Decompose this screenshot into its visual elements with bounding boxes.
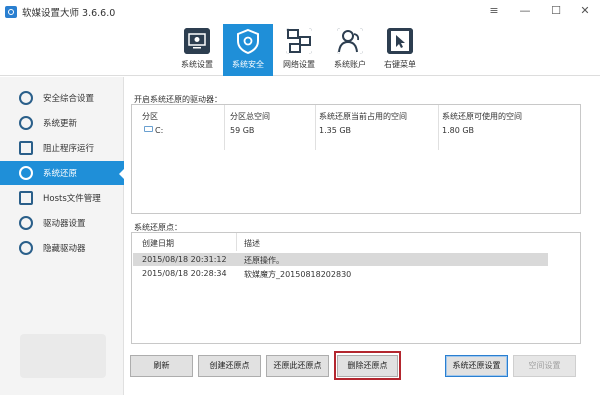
date-cell: 2015/08/18 20:28:34 <box>142 269 227 278</box>
partition-cell: C: <box>155 126 164 135</box>
sidebar-item-block-programs[interactable]: 阻止程序运行 <box>0 136 124 160</box>
monitor-settings-icon <box>184 28 210 54</box>
sidebar-item-label: 驱动器设置 <box>43 219 86 229</box>
maximize-button[interactable]: ☐ <box>545 2 567 20</box>
create-restore-point-button[interactable]: 创建还原点 <box>198 355 261 377</box>
sidebar-item-hosts[interactable]: Hosts文件管理 <box>0 186 124 210</box>
column-separator <box>224 105 225 150</box>
restore-icon <box>19 166 33 180</box>
column-separator <box>315 105 316 150</box>
sidebar-item-label: 安全综合设置 <box>43 94 95 104</box>
tab-system-security[interactable]: 系统安全 <box>223 24 273 76</box>
sidebar-item-label: 隐藏驱动器 <box>43 244 86 254</box>
sidebar-item-hide-drives[interactable]: 隐藏驱动器 <box>0 236 124 260</box>
menu-icon[interactable]: ≡ <box>483 2 505 20</box>
app-logo-icon <box>5 6 17 18</box>
drive-icon <box>19 216 33 230</box>
hidden-drive-icon <box>19 241 33 255</box>
cursor-icon <box>387 28 413 54</box>
list-item[interactable]: 2015/08/18 20:28:34 软媒魔方_20150818202830 <box>133 267 548 280</box>
sidebar-item-system-restore[interactable]: 系统还原 <box>0 161 125 185</box>
column-separator <box>236 233 237 251</box>
shield-icon <box>237 28 259 54</box>
sidebar-item-label: Hosts文件管理 <box>43 194 101 204</box>
drive-icon <box>144 126 153 132</box>
column-header[interactable]: 描述 <box>244 238 260 249</box>
title-bar: 软媒设置大师 3.6.6.0 ≡ — ☐ ✕ <box>0 0 600 24</box>
column-header[interactable]: 系统还原可使用的空间 <box>442 111 522 122</box>
block-icon <box>19 141 33 155</box>
restore-points-list: 创建日期 描述 2015/08/18 20:31:12 还原操作。 2015/0… <box>131 232 581 344</box>
tab-label: 系统设置 <box>181 60 213 69</box>
description-cell: 软媒魔方_20150818202830 <box>244 270 352 279</box>
sidebar-item-label: 系统还原 <box>43 169 78 179</box>
highlight-box <box>334 351 401 380</box>
minimize-button[interactable]: — <box>514 2 536 20</box>
tab-network-settings[interactable]: 网络设置 <box>274 24 324 76</box>
space-settings-button: 空间设置 <box>513 355 576 377</box>
top-toolbar: 系统设置 系统安全 网络设置 系统账户 右键菜单 <box>0 24 600 76</box>
column-header[interactable]: 创建日期 <box>142 238 174 249</box>
window-title: 软媒设置大师 3.6.6.0 <box>22 8 116 19</box>
refresh-icon <box>19 116 33 130</box>
hosts-icon <box>19 191 33 205</box>
available-space-cell: 1.80 GB <box>442 126 475 135</box>
list-item[interactable]: 2015/08/18 20:31:12 还原操作。 <box>133 253 548 266</box>
tab-label: 网络设置 <box>283 60 315 69</box>
shield-icon <box>19 91 33 105</box>
total-space-cell: 59 GB <box>230 126 255 135</box>
sidebar-item-label: 阻止程序运行 <box>43 144 95 154</box>
sidebar-item-drive-settings[interactable]: 驱动器设置 <box>0 211 124 235</box>
tab-label: 系统账户 <box>334 60 366 69</box>
column-separator <box>438 105 439 150</box>
description-cell: 还原操作。 <box>244 256 284 265</box>
tab-context-menu[interactable]: 右键菜单 <box>375 24 425 76</box>
network-icon <box>286 28 312 54</box>
used-space-cell: 1.35 GB <box>319 126 352 135</box>
tab-label: 系统安全 <box>232 60 264 69</box>
column-header[interactable]: 分区 <box>142 111 158 122</box>
refresh-button[interactable]: 刷新 <box>130 355 193 377</box>
sidebar-item-system-update[interactable]: 系统更新 <box>0 111 124 135</box>
tab-system-accounts[interactable]: 系统账户 <box>325 24 375 76</box>
column-header[interactable]: 系统还原当前占用的空间 <box>319 111 407 122</box>
users-icon <box>337 28 363 54</box>
tab-system-settings[interactable]: 系统设置 <box>172 24 222 76</box>
sidebar: 安全综合设置 系统更新 阻止程序运行 系统还原 Hosts文件管理 驱动器设置 … <box>0 77 125 395</box>
close-button[interactable]: ✕ <box>574 2 596 20</box>
sidebar-item-label: 系统更新 <box>43 119 78 129</box>
restore-settings-button[interactable]: 系统还原设置 <box>445 355 508 377</box>
sidebar-item-security-settings[interactable]: 安全综合设置 <box>0 86 124 110</box>
restore-this-point-button[interactable]: 还原此还原点 <box>266 355 329 377</box>
date-cell: 2015/08/18 20:31:12 <box>142 255 227 264</box>
column-header[interactable]: 分区总空间 <box>230 111 270 122</box>
blurred-area <box>20 334 106 378</box>
tab-label: 右键菜单 <box>384 60 416 69</box>
drives-table: 分区 分区总空间 系统还原当前占用的空间 系统还原可使用的空间 C: 59 GB… <box>131 104 581 214</box>
